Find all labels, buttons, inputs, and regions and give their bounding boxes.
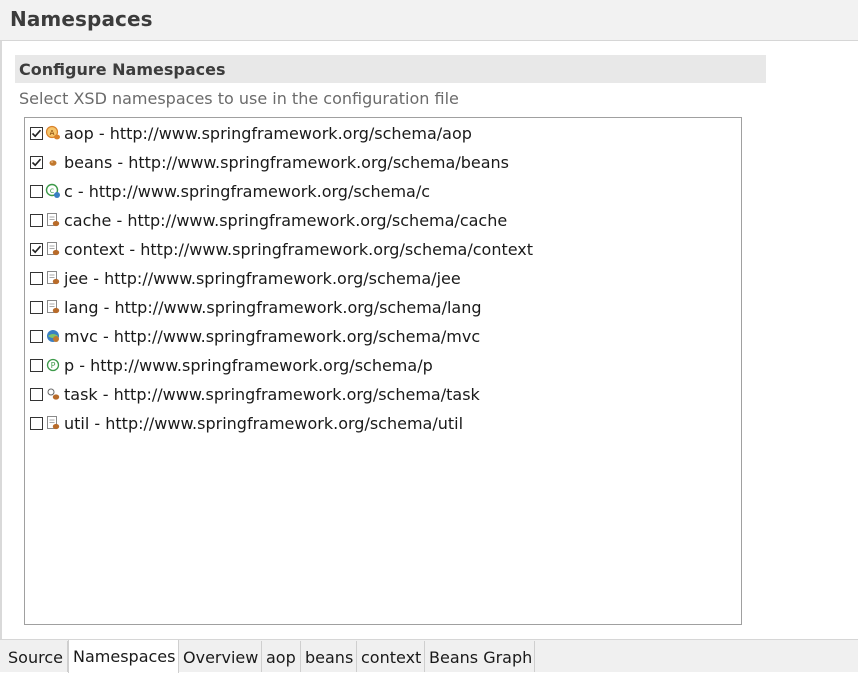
- svg-text:P: P: [51, 361, 56, 370]
- namespace-label: util - http://www.springframework.org/sc…: [64, 413, 464, 433]
- namespace-checkbox[interactable]: [30, 213, 43, 227]
- namespace-row[interactable]: util - http://www.springframework.org/sc…: [30, 410, 730, 436]
- namespace-checkbox[interactable]: [30, 271, 43, 285]
- namespace-label: aop - http://www.springframework.org/sch…: [64, 123, 472, 143]
- section-header[interactable]: Configure Namespaces: [15, 55, 766, 83]
- namespace-row[interactable]: lang - http://www.springframework.org/sc…: [30, 294, 730, 320]
- namespace-checkbox[interactable]: [30, 155, 43, 169]
- editor-tabbar: Source Namespaces Overview aop beans context B…: [0, 639, 858, 673]
- namespace-label: context - http://www.springframework.org…: [64, 239, 534, 259]
- namespace-row[interactable]: mvc - http://www.springframework.org/sch…: [30, 323, 730, 349]
- section-description: Select XSD namespaces to use in the conf…: [19, 89, 459, 108]
- namespace-row[interactable]: jee - http://www.springframework.org/sch…: [30, 265, 730, 291]
- namespace-row[interactable]: Pp - http://www.springframework.org/sche…: [30, 352, 730, 378]
- namespace-label: p - http://www.springframework.org/schem…: [64, 355, 433, 375]
- namespace-label: beans - http://www.springframework.org/s…: [64, 152, 509, 172]
- beans-icon: [45, 154, 61, 170]
- page-header: Namespaces: [0, 0, 858, 41]
- lang-icon: [45, 299, 61, 315]
- svg-text:A: A: [50, 129, 55, 137]
- tab-overview[interactable]: Overview: [179, 641, 262, 672]
- tab-context[interactable]: context: [357, 641, 425, 672]
- namespace-checkbox[interactable]: [30, 126, 43, 140]
- namespace-label: cache - http://www.springframework.org/s…: [64, 210, 508, 230]
- tab-source[interactable]: Source: [4, 641, 68, 672]
- context-icon: [45, 241, 61, 257]
- tab-namespaces[interactable]: Namespaces: [68, 640, 179, 673]
- c-namespace-icon: c: [45, 183, 61, 199]
- namespace-row[interactable]: Aaop - http://www.springframework.org/sc…: [30, 120, 730, 146]
- namespace-row[interactable]: cache - http://www.springframework.org/s…: [30, 207, 730, 233]
- jee-icon: [45, 270, 61, 286]
- task-icon: [45, 386, 61, 402]
- svg-text:c: c: [50, 186, 54, 195]
- namespace-label: jee - http://www.springframework.org/sch…: [64, 268, 461, 288]
- aop-icon: A: [45, 125, 61, 141]
- namespace-label: lang - http://www.springframework.org/sc…: [64, 297, 482, 317]
- namespace-row[interactable]: context - http://www.springframework.org…: [30, 236, 730, 262]
- namespace-checkbox[interactable]: [30, 387, 43, 401]
- namespace-label: c - http://www.springframework.org/schem…: [64, 181, 431, 201]
- mvc-icon: [45, 328, 61, 344]
- section-title: Configure Namespaces: [19, 60, 226, 79]
- namespace-checkbox[interactable]: [30, 184, 43, 198]
- namespace-checkbox[interactable]: [30, 300, 43, 314]
- page-title: Namespaces: [10, 7, 153, 31]
- tab-beans-graph[interactable]: Beans Graph: [425, 641, 535, 672]
- namespace-checkbox[interactable]: [30, 358, 43, 372]
- cache-icon: [45, 212, 61, 228]
- namespace-list[interactable]: Aaop - http://www.springframework.org/sc…: [24, 117, 742, 625]
- namespace-checkbox[interactable]: [30, 416, 43, 430]
- namespace-checkbox[interactable]: [30, 242, 43, 256]
- namespace-row[interactable]: task - http://www.springframework.org/sc…: [30, 381, 730, 407]
- tab-beans[interactable]: beans: [301, 641, 357, 672]
- util-icon: [45, 415, 61, 431]
- namespace-row[interactable]: c c - http://www.springframework.org/sche…: [30, 178, 730, 204]
- namespace-label: task - http://www.springframework.org/sc…: [64, 384, 480, 404]
- namespace-label: mvc - http://www.springframework.org/sch…: [64, 326, 481, 346]
- namespace-row[interactable]: beans - http://www.springframework.org/s…: [30, 149, 730, 175]
- tab-aop[interactable]: aop: [262, 641, 301, 672]
- p-namespace-icon: P: [45, 357, 61, 373]
- namespace-checkbox[interactable]: [30, 329, 43, 343]
